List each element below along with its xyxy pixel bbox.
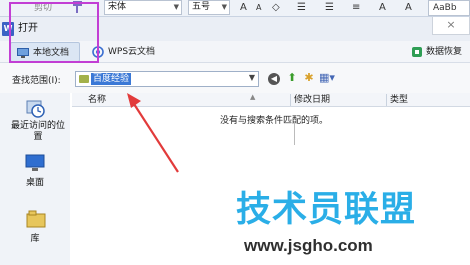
- watermark-url: www.jsgho.com: [244, 236, 373, 255]
- watermark-title: 技术员联盟: [236, 190, 417, 230]
- arrow-head: [127, 93, 141, 108]
- arrow-shaft: [133, 103, 179, 173]
